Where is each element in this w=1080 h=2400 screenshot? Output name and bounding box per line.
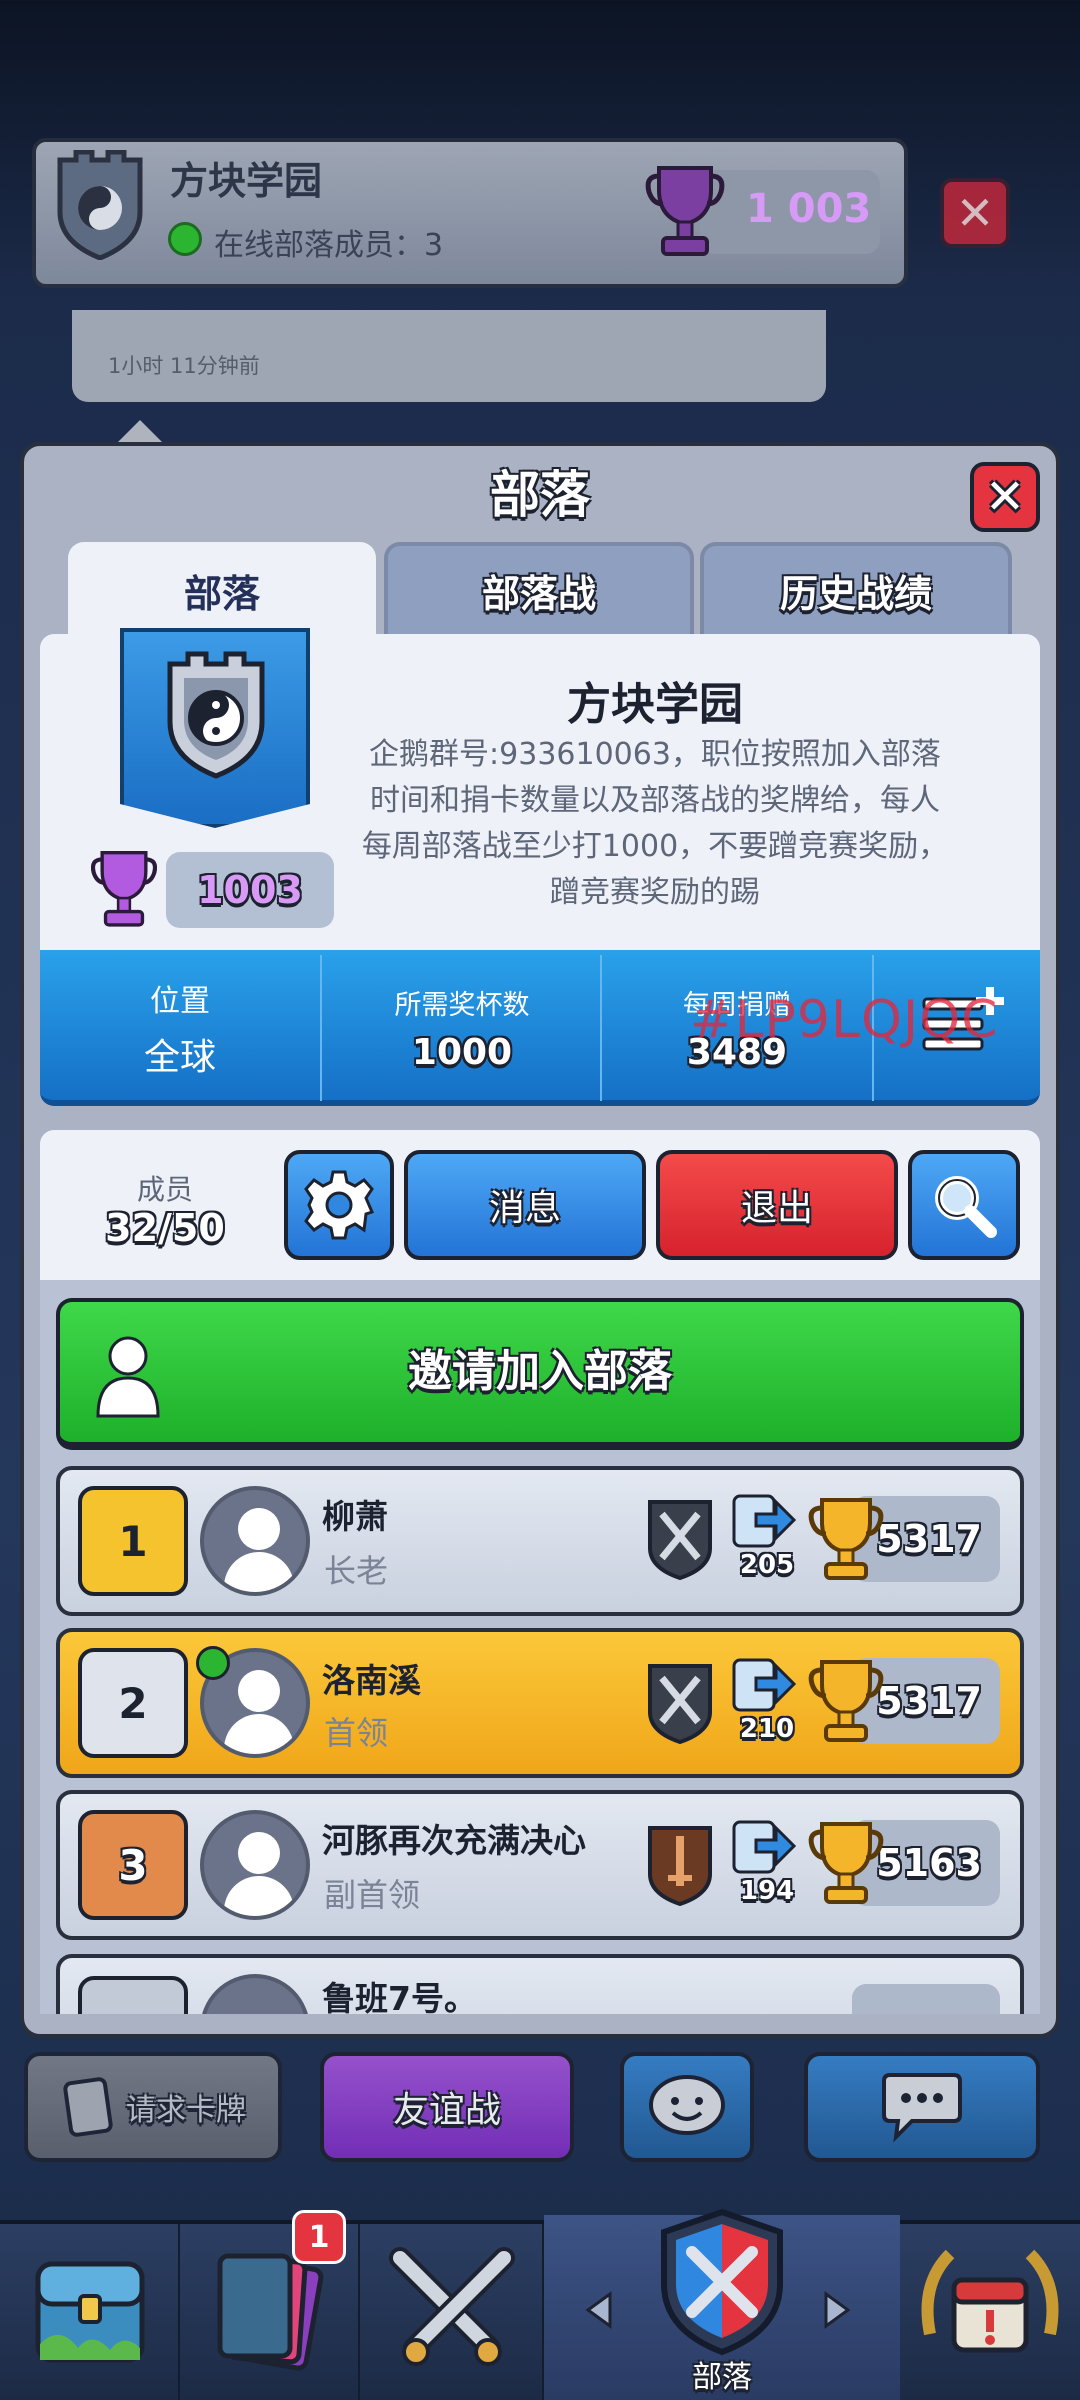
friendly-battle-button[interactable]: 友谊战 [320, 2052, 574, 2162]
chest-icon [35, 2261, 145, 2363]
clan-name: 方块学园 [567, 679, 743, 730]
online-indicator-icon [168, 222, 202, 256]
member-rank: 1 [78, 1486, 188, 1596]
leave-button[interactable]: 退出 [656, 1150, 898, 1260]
request-cards-button[interactable]: 请求卡牌 [24, 2052, 282, 2162]
member-role: 长老 [324, 1552, 389, 1590]
member-rank: 3 [78, 1810, 188, 1920]
chat-button[interactable] [804, 2052, 1040, 2162]
trophy-icon [645, 166, 725, 256]
search-button[interactable] [908, 1150, 1020, 1260]
stat-location: 位置 全球 [40, 950, 320, 1106]
stat-required-label: 所需奖杯数 [394, 990, 530, 1021]
chevron-left-icon[interactable] [584, 2290, 614, 2330]
chat-bubble-tail [118, 420, 162, 442]
members-count: 32/50 [105, 1206, 225, 1250]
gold-trophy-icon [808, 1822, 884, 1904]
header-trophy-count: 1 003 [746, 186, 872, 232]
gold-trophy-icon [808, 1660, 884, 1742]
nav-events[interactable] [900, 2224, 1080, 2400]
member-donations: 205 [739, 1550, 795, 1580]
person-add-icon [96, 1336, 160, 1418]
donation-cards-icon [732, 1820, 796, 1874]
member-donations: 194 [739, 1876, 795, 1906]
stat-location-label: 位置 [150, 984, 210, 1019]
avatar [200, 1486, 310, 1596]
league-crossed-swords-icon [648, 1500, 712, 1581]
member-name: 洛南溪 [322, 1661, 421, 1700]
card-icon [63, 2077, 113, 2137]
member-role: 副首领 [324, 1876, 421, 1914]
clan-badge-icon [167, 651, 265, 779]
nav-shop[interactable] [0, 2224, 180, 2400]
chat-timestamp: 1小时 11分钟前 [108, 354, 260, 378]
emote-icon [649, 2075, 725, 2135]
nav-battle[interactable] [360, 2224, 544, 2400]
emote-button[interactable] [620, 2052, 754, 2162]
league-sword-icon [648, 1826, 712, 1907]
clan-description: 企鹅群号:933610063，职位按照加入部落时间和捐卡数量以及部落战的奖牌给，… [361, 737, 949, 910]
clan-tag: #LP9LQJQC [690, 990, 999, 1050]
member-role: 首领 [324, 1714, 389, 1752]
donation-cards-icon [732, 1658, 796, 1712]
crossed-swords-icon [389, 2247, 515, 2366]
header-close-icon[interactable]: ✕ [940, 178, 1010, 248]
member-name: 柳萧 [322, 1497, 388, 1536]
tab-clan-war[interactable]: 部落战 [384, 542, 694, 634]
clan-shield-icon [57, 150, 143, 260]
chevron-right-icon[interactable] [822, 2290, 852, 2330]
stat-required-trophies: 所需奖杯数 1000 [322, 950, 602, 1106]
tab-clan[interactable]: 部落 [68, 542, 376, 634]
nav-clan-label: 部落 [692, 2360, 752, 2395]
stat-location-value: 全球 [143, 1037, 216, 1078]
trophy-icon [90, 851, 158, 927]
stat-required-value: 1000 [411, 1032, 513, 1073]
close-icon[interactable]: ✕ [970, 462, 1040, 532]
message-button[interactable]: 消息 [404, 1150, 646, 1260]
request-cards-label: 请求卡牌 [126, 2093, 246, 2128]
online-indicator-icon [196, 1646, 230, 1680]
invite-button-label: 邀请加入部落 [408, 1346, 672, 1397]
list-item-partial[interactable]: 鲁班7号。 [56, 1954, 1024, 2014]
cards-notification-badge: 1 [292, 2210, 346, 2264]
settings-button[interactable] [284, 1150, 394, 1260]
league-crossed-swords-icon [648, 1664, 712, 1745]
clan-trophy-count: 1003 [166, 852, 334, 928]
events-calendar-icon [921, 2249, 1059, 2353]
members-label: 成员 [136, 1173, 193, 1206]
header-clan-name: 方块学园 [170, 159, 323, 203]
clan-shield-icon [661, 2208, 783, 2356]
panel-title: 部落 [490, 466, 590, 524]
member-rank: 2 [78, 1648, 188, 1758]
member-donations: 210 [739, 1714, 795, 1744]
gear-icon [304, 1170, 375, 1240]
search-icon [935, 1176, 997, 1238]
donation-cards-icon [732, 1494, 796, 1548]
member-name: 河豚再次充满决心 [322, 1821, 586, 1860]
chat-bubble-icon [882, 2073, 962, 2143]
online-members-text: 在线部落成员：3 [214, 228, 444, 263]
avatar [200, 1810, 310, 1920]
gold-trophy-icon [808, 1498, 884, 1580]
tab-history[interactable]: 历史战绩 [700, 542, 1012, 634]
member-name: 鲁班7号。 [322, 1979, 477, 2014]
